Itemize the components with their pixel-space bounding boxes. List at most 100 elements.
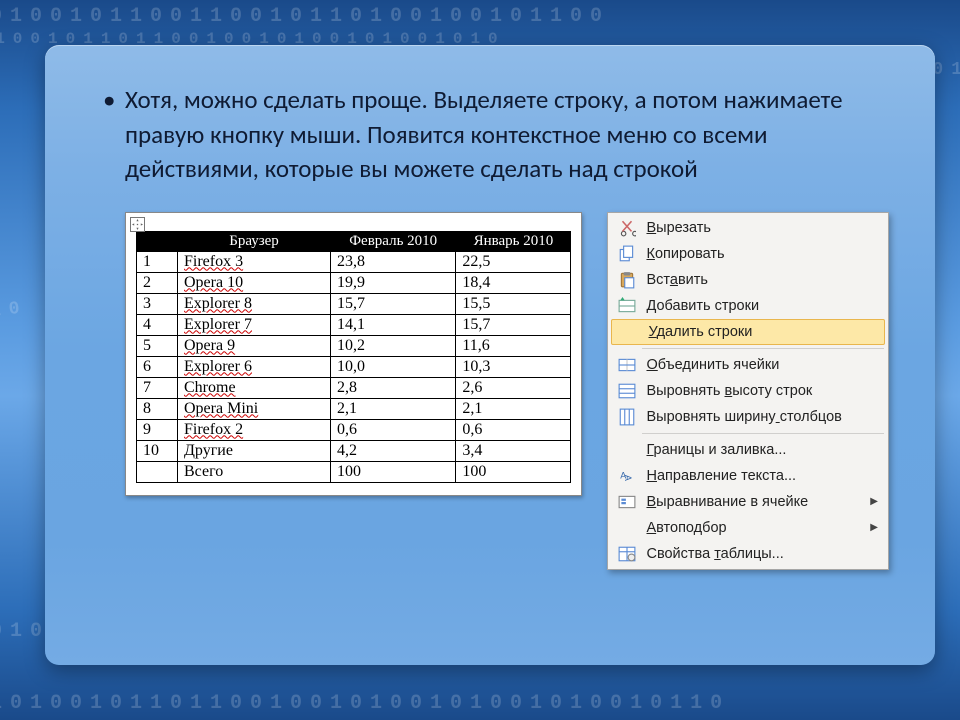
table-cell: 2,6 [456, 377, 571, 398]
menu-item[interactable]: Границы и заливка... [610, 437, 886, 463]
table-cell: 15,7 [331, 293, 456, 314]
table-cell: 10 [137, 440, 178, 461]
table-header: Браузер [178, 231, 331, 251]
menu-item-label: Объединить ячейки [646, 357, 872, 373]
table-cell: Opera 9 [178, 335, 331, 356]
menu-item-label: Выровнять ширину столбцов [646, 409, 872, 425]
menu-item-label: Автоподбор [646, 520, 872, 536]
decorative-binary: 1010010110110010010100101001010010110 [0, 692, 730, 715]
table-cell: Explorer 7 [178, 314, 331, 335]
table-header: Февраль 2010 [331, 231, 456, 251]
table-cell: 10,0 [331, 356, 456, 377]
menu-item-label: Направление текста... [646, 468, 872, 484]
table-cell: 2,8 [331, 377, 456, 398]
decorative-binary: 0100101100110010110100100101100 [0, 5, 610, 28]
menu-icon-blank [616, 321, 642, 343]
menu-item-label: Добавить строки [646, 298, 872, 314]
menu-item[interactable]: Вставить [610, 267, 886, 293]
menu-item[interactable]: Выравнивание в ячейке▶ [610, 489, 886, 515]
menu-item-label: Вырезать [646, 220, 872, 236]
table-cell: 6 [137, 356, 178, 377]
table-cell: Chrome [178, 377, 331, 398]
table-cell: 2 [137, 272, 178, 293]
table-cell: 23,8 [331, 251, 456, 272]
table-cell: 15,5 [456, 293, 571, 314]
context-menu: Вырезать Копировать Вставить Добавить строк… [607, 212, 889, 570]
table-cell: 8 [137, 398, 178, 419]
menu-item[interactable]: Объединить ячейки [610, 352, 886, 378]
menu-item-label: Границы и заливка... [646, 442, 872, 458]
menu-item-label: Выравнивание в ячейке [646, 494, 872, 510]
menu-item[interactable]: Выровнять ширину столбцов [610, 404, 886, 430]
table-cell: 2,1 [331, 398, 456, 419]
menu-separator [642, 433, 884, 434]
table-cell: Explorer 8 [178, 293, 331, 314]
align-cell-icon [614, 491, 640, 513]
table-row: 8Opera Mini2,12,1 [137, 398, 571, 419]
table-cell: 100 [331, 461, 456, 482]
table-cell: Firefox 3 [178, 251, 331, 272]
table-cell: 7 [137, 377, 178, 398]
menu-item[interactable]: Вырезать [610, 215, 886, 241]
table-row: 1Firefox 323,822,5 [137, 251, 571, 272]
table-cell: 5 [137, 335, 178, 356]
table-row: 4Explorer 714,115,7 [137, 314, 571, 335]
table-move-handle-icon[interactable] [130, 217, 145, 232]
table-cell [137, 461, 178, 482]
table-cell: 100 [456, 461, 571, 482]
table-cell: Opera Mini [178, 398, 331, 419]
table-cell: 3,4 [456, 440, 571, 461]
menu-item[interactable]: Удалить строки [611, 319, 885, 345]
table-cell: Opera 10 [178, 272, 331, 293]
table-cell: 10,2 [331, 335, 456, 356]
table-cell: Всего [178, 461, 331, 482]
cut-icon [614, 217, 640, 239]
table-cell: Firefox 2 [178, 419, 331, 440]
merge-cells-icon [614, 354, 640, 376]
paste-icon [614, 269, 640, 291]
menu-item-label: Удалить строки [648, 324, 870, 340]
copy-icon [614, 243, 640, 265]
menu-item-label: Свойства таблицы... [646, 546, 872, 562]
menu-icon-blank [614, 517, 640, 539]
submenu-arrow-icon: ▶ [870, 522, 878, 533]
table-cell: Другие [178, 440, 331, 461]
table-header: Январь 2010 [456, 231, 571, 251]
menu-item[interactable]: Копировать [610, 241, 886, 267]
table-cell: 10,3 [456, 356, 571, 377]
table-row: 7Chrome2,82,6 [137, 377, 571, 398]
table-cell: 19,9 [331, 272, 456, 293]
decorative-binary: 10 [0, 298, 29, 322]
menu-item[interactable]: Добавить строки [610, 293, 886, 319]
distribute-cols-icon [614, 406, 640, 428]
menu-item[interactable]: Свойства таблицы... [610, 541, 886, 567]
menu-item[interactable]: Автоподбор▶ [610, 515, 886, 541]
bullet-paragraph: Хотя, можно сделать проще. Выделяете стр… [125, 83, 869, 187]
table-cell: 4 [137, 314, 178, 335]
table-header [137, 231, 178, 251]
svg-text:A: A [623, 474, 633, 480]
table-cell: 0,6 [456, 419, 571, 440]
table-cell: 4,2 [331, 440, 456, 461]
table-cell: 15,7 [456, 314, 571, 335]
menu-item[interactable]: AA Направление текста... [610, 463, 886, 489]
table-row: 10Другие4,23,4 [137, 440, 571, 461]
table-props-icon [614, 543, 640, 565]
menu-icon-blank [614, 439, 640, 461]
table-cell: 9 [137, 419, 178, 440]
table-row: 2Opera 1019,918,4 [137, 272, 571, 293]
menu-item[interactable]: Выровнять высоту строк [610, 378, 886, 404]
table-cell: 22,5 [456, 251, 571, 272]
submenu-arrow-icon: ▶ [870, 496, 878, 507]
table-row: 5Opera 910,211,6 [137, 335, 571, 356]
table-row: 9Firefox 20,60,6 [137, 419, 571, 440]
table-cell: 11,6 [456, 335, 571, 356]
browser-stats-table: БраузерФевраль 2010Январь 2010 1Firefox … [136, 231, 571, 483]
menu-item-label: Копировать [646, 246, 872, 262]
table-cell: 0,6 [331, 419, 456, 440]
table-cell: 2,1 [456, 398, 571, 419]
table-cell: 18,4 [456, 272, 571, 293]
text-direction-icon: AA [614, 465, 640, 487]
distribute-rows-icon [614, 380, 640, 402]
table-cell: 3 [137, 293, 178, 314]
